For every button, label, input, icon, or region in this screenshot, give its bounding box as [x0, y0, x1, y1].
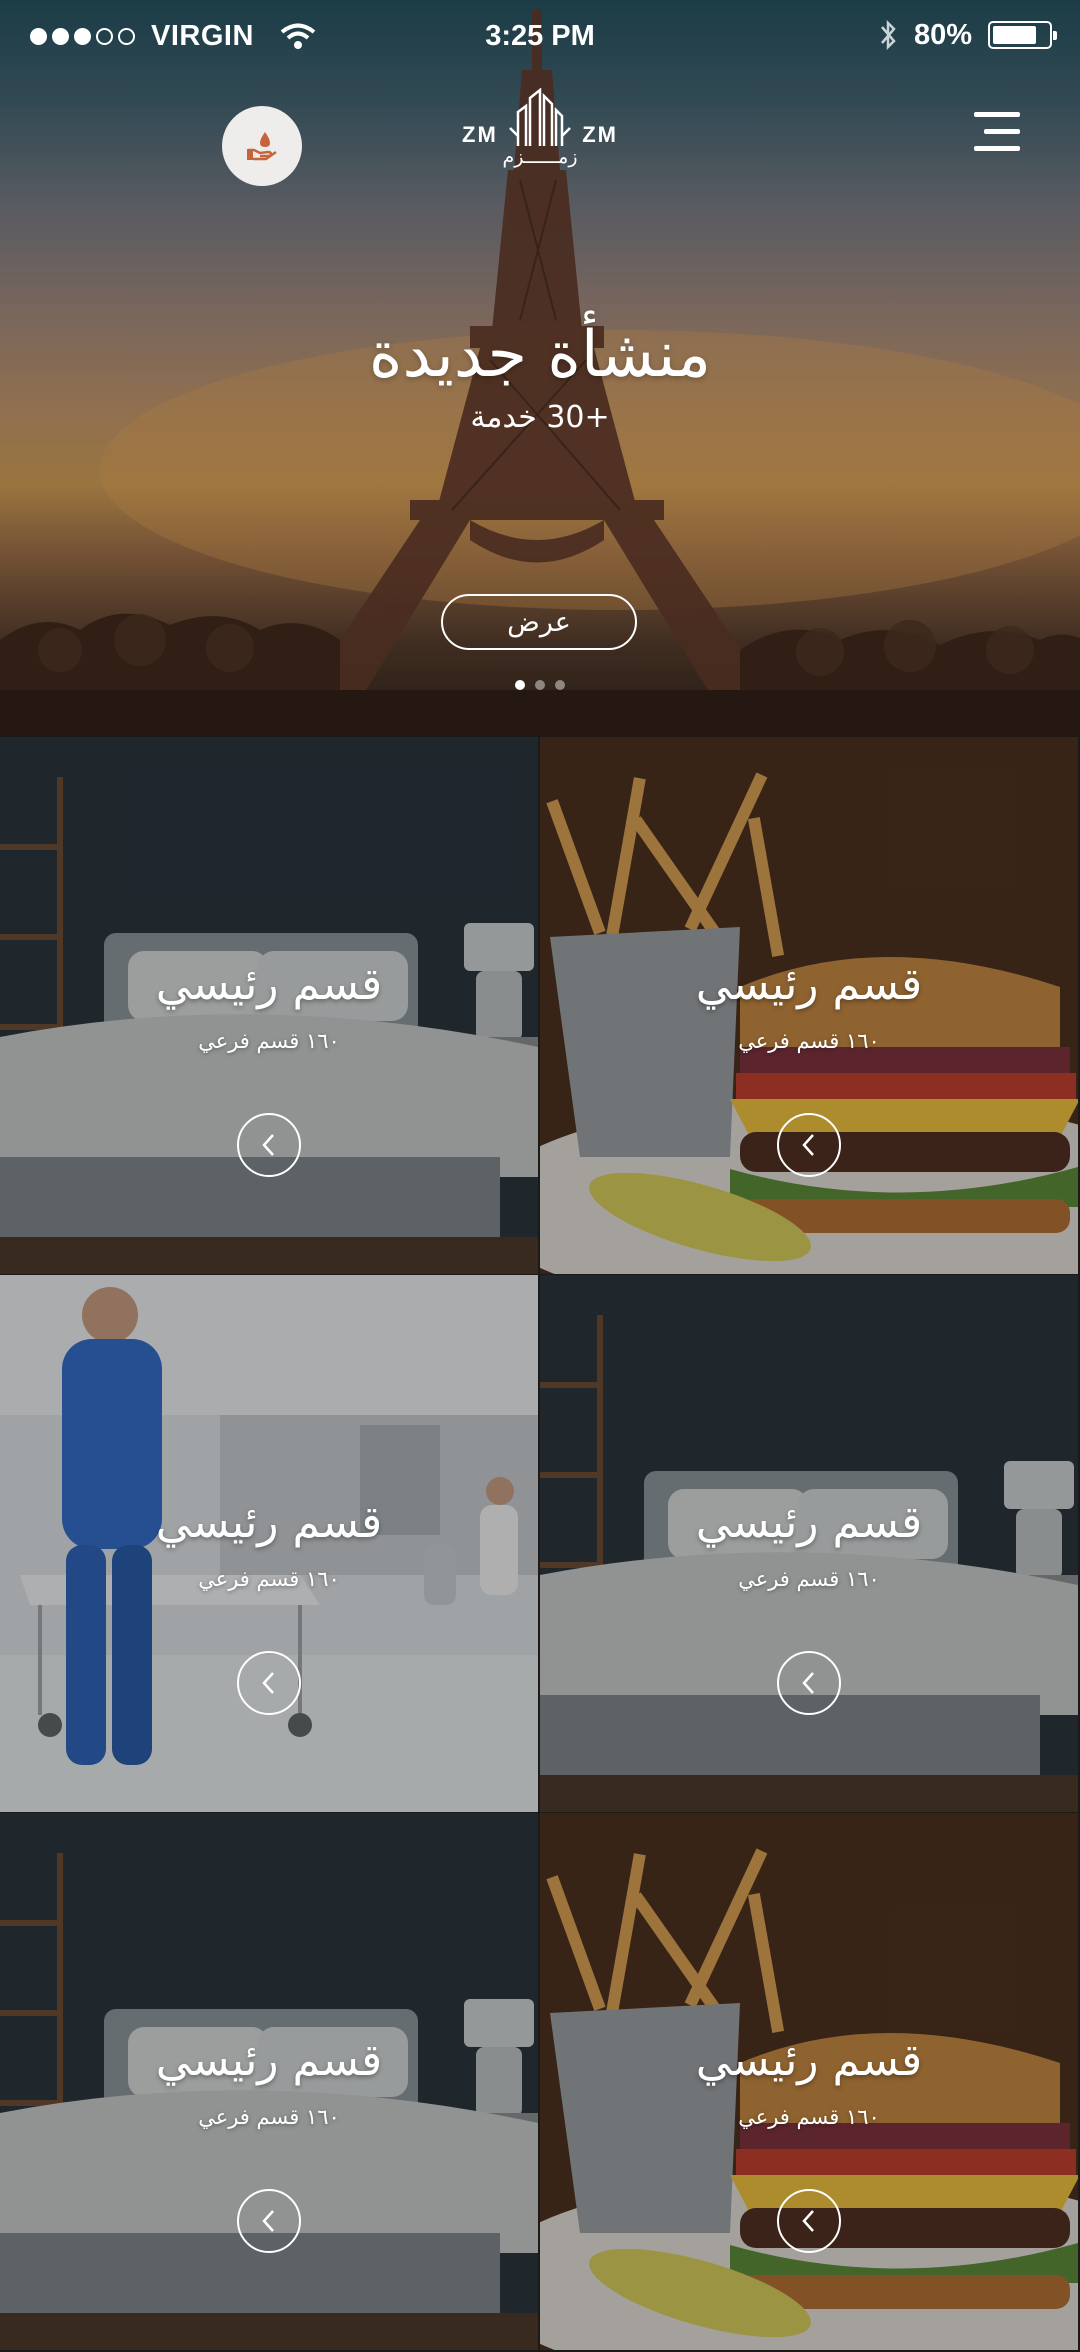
- status-bar: VIRGIN 3:25 PM 80%: [0, 0, 1080, 72]
- category-title: قسم رئيسي: [155, 959, 383, 1010]
- category-subtitle: ١٦٠ قسم فرعي: [198, 1567, 340, 1591]
- category-subtitle: ١٦٠ قسم فرعي: [198, 2105, 340, 2129]
- category-title: قسم رئيسي: [155, 2035, 383, 2086]
- category-tile[interactable]: قسم رئيسي ١٦٠ قسم فرعي: [0, 1813, 538, 2350]
- bluetooth-icon: [881, 19, 896, 51]
- chevron-left-icon[interactable]: [777, 1651, 841, 1715]
- battery-icon: [988, 21, 1057, 49]
- chevron-left-icon[interactable]: [777, 2189, 841, 2253]
- hero-subtitle: +30 خدمة: [470, 400, 610, 435]
- carousel-dot[interactable]: [515, 680, 525, 690]
- logo-text-right: ZM: [582, 122, 618, 147]
- category-title: قسم رئيسي: [695, 1497, 923, 1548]
- app-logo: ZM ZM زمــــــزم: [462, 88, 618, 174]
- category-subtitle: ١٦٠ قسم فرعي: [738, 1029, 880, 1053]
- battery-percent: 80%: [913, 18, 972, 51]
- category-title: قسم رئيسي: [695, 2035, 923, 2086]
- view-button[interactable]: عرض: [441, 594, 637, 650]
- logo-text-arabic: زمــــــزم: [502, 146, 578, 168]
- category-subtitle: ١٦٠ قسم فرعي: [738, 1567, 880, 1591]
- carousel-dot[interactable]: [535, 680, 545, 690]
- logo-text-left: ZM: [462, 122, 498, 147]
- chevron-left-icon[interactable]: [777, 1113, 841, 1177]
- category-tile[interactable]: قسم رئيسي ١٦٠ قسم فرعي: [540, 737, 1078, 1274]
- hand-drop-icon: [247, 132, 277, 161]
- category-subtitle: ١٦٠ قسم فرعي: [738, 2105, 880, 2129]
- chevron-left-icon[interactable]: [237, 1113, 301, 1177]
- carousel-dots[interactable]: [0, 680, 1080, 690]
- category-tile[interactable]: قسم رئيسي ١٦٠ قسم فرعي: [540, 1813, 1078, 2350]
- category-tile[interactable]: قسم رئيسي ١٦٠ قسم فرعي: [0, 1275, 538, 1812]
- donate-button[interactable]: [222, 106, 302, 186]
- hero-title: منشأة جديدة: [368, 318, 712, 392]
- category-title: قسم رئيسي: [155, 1497, 383, 1548]
- chevron-left-icon[interactable]: [237, 2189, 301, 2253]
- category-tile[interactable]: قسم رئيسي ١٦٠ قسم فرعي: [0, 737, 538, 1274]
- hamburger-menu-icon[interactable]: [974, 112, 1020, 152]
- category-tile[interactable]: قسم رئيسي ١٦٠ قسم فرعي: [540, 1275, 1078, 1812]
- hero-banner[interactable]: VIRGIN 3:25 PM 80% ZM ZM زمــــــزم منشأ…: [0, 0, 1080, 735]
- chevron-left-icon[interactable]: [237, 1651, 301, 1715]
- category-title: قسم رئيسي: [695, 959, 923, 1010]
- carousel-dot[interactable]: [555, 680, 565, 690]
- category-subtitle: ١٦٠ قسم فرعي: [198, 1029, 340, 1053]
